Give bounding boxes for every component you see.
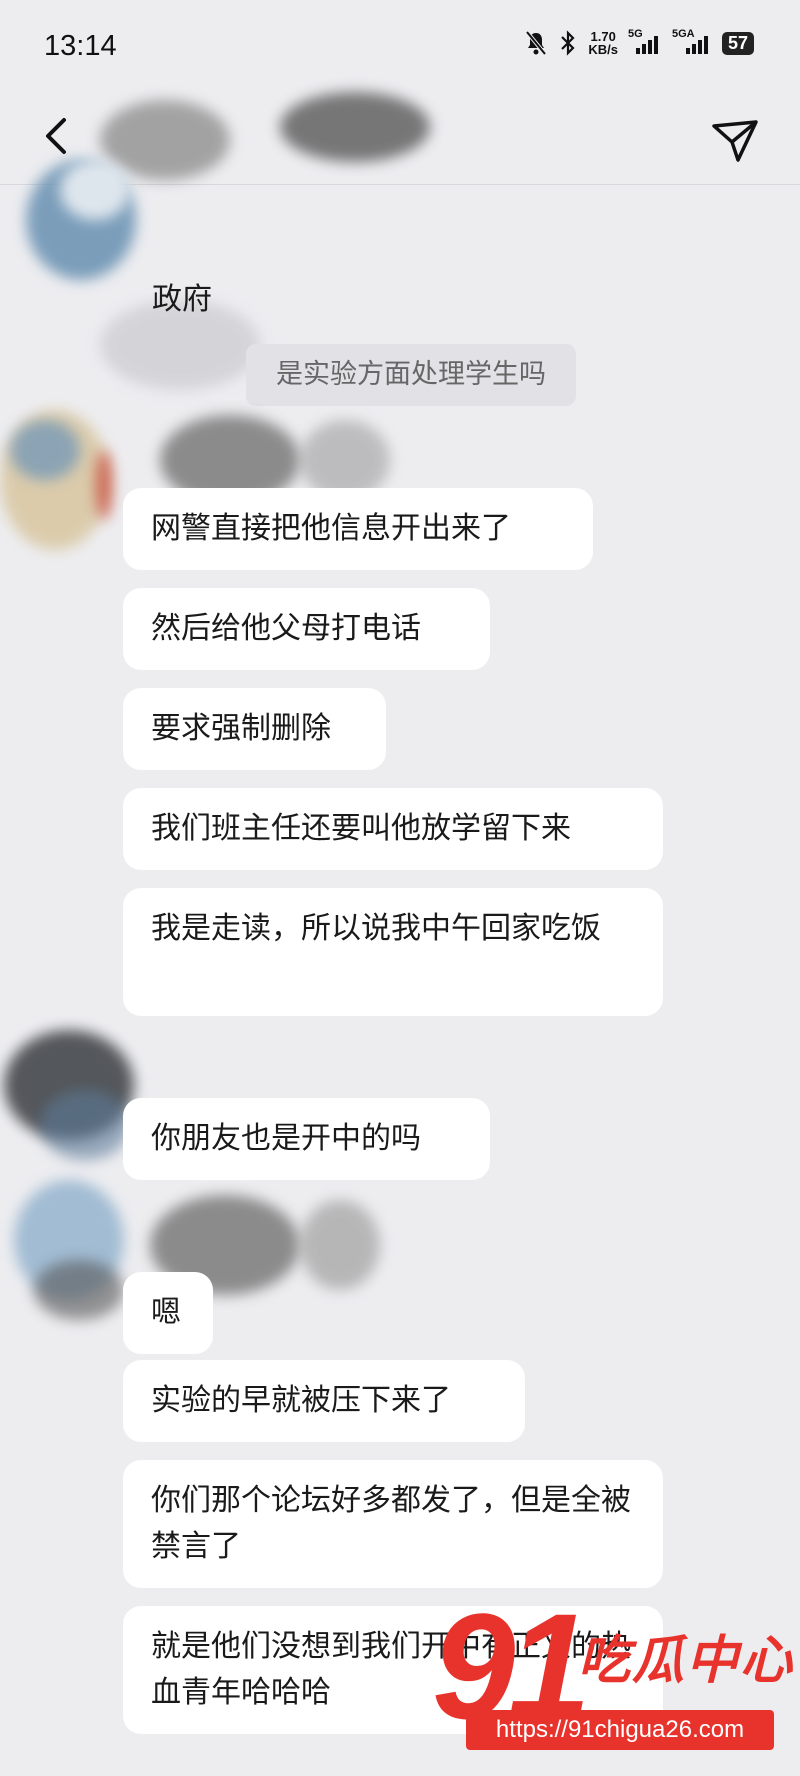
signal-1-label: 5G [627, 28, 643, 40]
message-bubble: 嗯 [123, 1272, 213, 1354]
status-time: 13:14 [44, 30, 117, 62]
avatar [96, 450, 112, 520]
message-bubble: 我们班主任还要叫他放学留下来 [123, 788, 663, 870]
watermark-url: https://91chigua26.com [466, 1710, 774, 1750]
message-bubble: 你们那个论坛好多都发了，但是全被禁言了 [123, 1460, 663, 1588]
redacted-sender-name [300, 1200, 380, 1290]
avatar [34, 1260, 124, 1320]
system-message: 是实验方面处理学生吗 [246, 344, 576, 406]
watermark-brand: 吃瓜中心 [578, 1631, 795, 1691]
network-speed: 1.70 KB/s [588, 30, 618, 56]
message-bubble: 你朋友也是开中的吗 [123, 1098, 490, 1180]
status-icons: 1.70 KB/s 5G 5GA 57 [524, 28, 754, 56]
bluetooth-icon [561, 30, 575, 56]
avatar [40, 1090, 130, 1160]
send-icon[interactable] [710, 116, 760, 164]
signal-1: 5G [628, 28, 662, 54]
site-watermark: 91 吃瓜中心 https://91chigua26.com [430, 1582, 800, 1776]
message-bubble: 我是走读，所以说我中午回家吃饭 [123, 888, 663, 1016]
avatar [10, 420, 80, 480]
battery-indicator: 57 [721, 31, 754, 55]
back-arrow-icon[interactable] [34, 112, 82, 160]
redacted-contact-name [280, 92, 430, 162]
message-fragment: 政府 [152, 282, 212, 317]
message-bubble: 要求强制删除 [123, 688, 386, 770]
mute-bell-icon [525, 30, 547, 56]
message-bubble: 然后给他父母打电话 [123, 588, 490, 670]
message-bubble: 网警直接把他信息开出来了 [123, 488, 593, 570]
message-bubble: 实验的早就被压下来了 [123, 1360, 525, 1442]
avatar [60, 160, 130, 220]
signal-2: 5GA [672, 28, 712, 54]
status-bar: 13:14 1.70 KB/s 5G 5GA 57 [0, 0, 800, 92]
network-speed-unit: KB/s [588, 42, 618, 57]
signal-2-label: 5GA [671, 28, 695, 40]
